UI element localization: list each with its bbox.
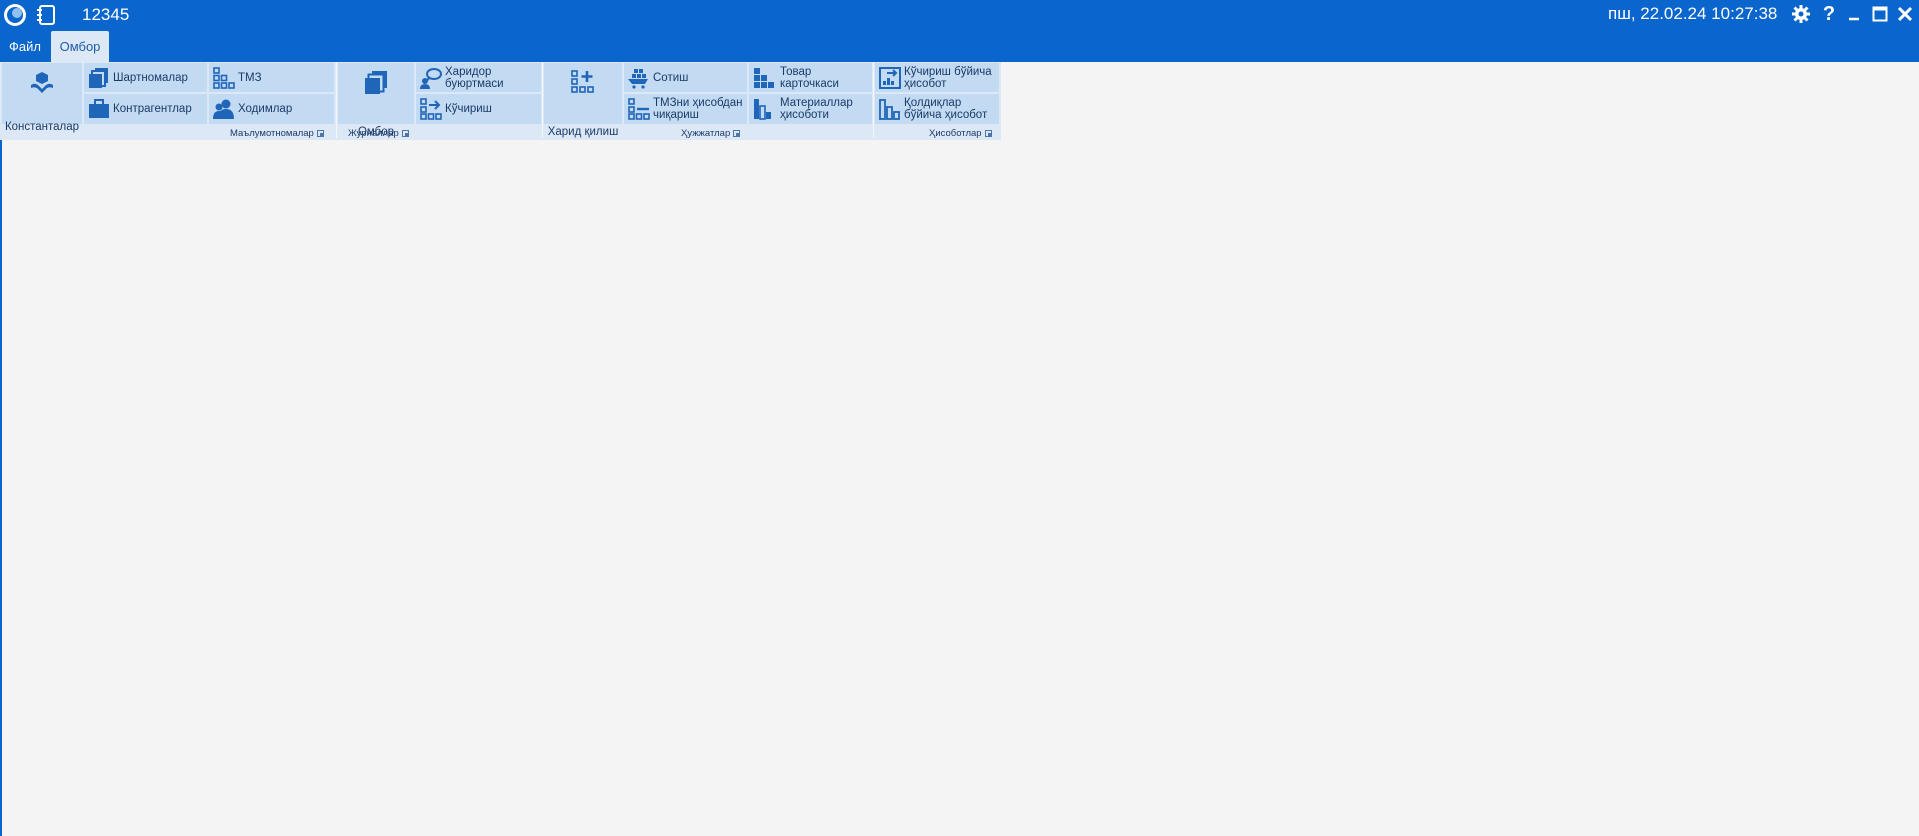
tab-bar: Файл Омбор xyxy=(0,29,1919,62)
transfer-report-icon xyxy=(879,66,901,89)
documents-stack-icon xyxy=(363,69,389,95)
group-reference-label: Маълумотномалар xyxy=(230,127,324,139)
help-icon[interactable]: ? xyxy=(1817,2,1841,26)
title-bar: 12345 пш, 22.02.24 10:27:38 ? xyxy=(0,0,1919,29)
group-journals-label: Журналлар xyxy=(348,127,409,139)
contracts-label: Шартномалар xyxy=(113,71,188,84)
dialog-launcher-icon[interactable] xyxy=(984,129,992,137)
purchase-order-button[interactable]: Харидор буюртмаси xyxy=(416,63,541,92)
transfer-icon xyxy=(420,98,442,120)
notebook-icon[interactable] xyxy=(35,4,57,26)
tmz-writeoff-button[interactable]: ТМЗни ҳисобдан чиқариш xyxy=(624,94,747,124)
group-documents-label: Ҳужжатлар xyxy=(681,127,741,139)
transfer-button[interactable]: Кўчириш xyxy=(416,94,541,124)
sale-button[interactable]: Сотиш xyxy=(624,63,747,92)
transfer-label: Кўчириш xyxy=(445,103,492,115)
materials-report-button[interactable]: Материаллар ҳисоботи xyxy=(749,94,872,124)
users-icon xyxy=(213,98,235,120)
balances-report-label: Қолдиқлар бўйича ҳисобот xyxy=(904,97,988,121)
dialog-launcher-icon[interactable] xyxy=(733,129,741,137)
sale-label: Сотиш xyxy=(653,71,689,84)
group-journals-title: Журналлар xyxy=(348,127,399,139)
product-card-icon xyxy=(753,67,775,89)
purchase-button[interactable]: Харид қилиш xyxy=(544,63,622,138)
grid-icon xyxy=(213,66,235,89)
constants-button[interactable]: Константалар xyxy=(2,63,82,133)
group-separator xyxy=(336,62,337,138)
transfer-report-button[interactable]: Кўчириш бўйича ҳисобот xyxy=(875,63,999,92)
group-reports-label: Ҳисоботлар xyxy=(929,127,992,139)
dialog-launcher-icon[interactable] xyxy=(316,129,324,137)
tmz-writeoff-label: ТМЗни ҳисобдан чиқариш xyxy=(653,97,743,121)
ribbon: Константалар Шартномалар Контрагентлар Т… xyxy=(0,62,1001,140)
maximize-icon[interactable] xyxy=(1868,2,1892,26)
app-title: 12345 xyxy=(82,5,130,24)
purchase-order-label: Харидор буюртмаси xyxy=(445,65,504,90)
contracts-button[interactable]: Шартномалар xyxy=(84,63,207,92)
constants-icon xyxy=(29,69,55,95)
add-grid-icon xyxy=(570,69,596,95)
materials-report-icon xyxy=(753,98,775,120)
datetime-display: пш, 22.02.24 10:27:38 xyxy=(1608,4,1778,23)
employees-label: Ходимлар xyxy=(238,103,293,115)
group-documents-title: Ҳужжатлар xyxy=(681,127,731,139)
tab-file[interactable]: Файл xyxy=(0,31,50,62)
counterparties-button[interactable]: Контрагентлар xyxy=(84,94,207,124)
group-reports-title: Ҳисоботлар xyxy=(929,127,982,139)
group-separator xyxy=(873,62,874,138)
gear-icon[interactable] xyxy=(1789,2,1813,26)
close-icon[interactable] xyxy=(1893,2,1917,26)
briefcase-icon xyxy=(88,98,110,120)
product-card-button[interactable]: Товар карточкаси xyxy=(749,63,872,92)
employees-button[interactable]: Ходимлар xyxy=(209,94,334,124)
materials-report-label: Материаллар ҳисоботи xyxy=(780,97,853,121)
bar-chart-icon xyxy=(879,98,901,120)
remove-grid-icon xyxy=(628,98,650,120)
group-separator xyxy=(542,62,543,138)
counterparties-label: Контрагентлар xyxy=(113,103,192,115)
balances-report-button[interactable]: Қолдиқлар бўйича ҳисобот xyxy=(875,94,999,124)
warehouse-button[interactable]: Омбор xyxy=(338,63,414,138)
tab-warehouse[interactable]: Омбор xyxy=(51,31,109,62)
tmz-label: ТМЗ xyxy=(238,71,262,84)
dialog-launcher-icon[interactable] xyxy=(401,129,409,137)
product-card-label: Товар карточкаси xyxy=(780,65,839,90)
workspace-area xyxy=(0,140,1919,836)
minimize-icon[interactable] xyxy=(1842,2,1866,26)
group-reference-title: Маълумотномалар xyxy=(230,127,314,139)
app-logo-icon xyxy=(3,3,27,27)
transfer-report-label: Кўчириш бўйича ҳисобот xyxy=(904,65,992,90)
contracts-icon xyxy=(88,67,110,89)
tmz-button[interactable]: ТМЗ xyxy=(209,63,334,92)
cart-icon xyxy=(628,67,650,89)
customer-chat-icon xyxy=(420,67,442,89)
